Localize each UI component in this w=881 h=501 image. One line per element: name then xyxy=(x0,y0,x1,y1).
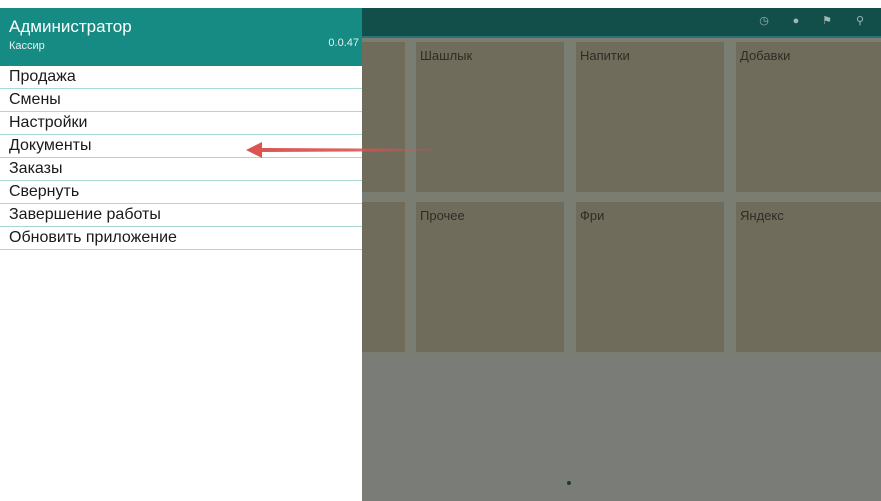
menu-item-label: Смены xyxy=(9,91,61,108)
category-tile-label: Напитки xyxy=(580,48,630,63)
category-tile[interactable] xyxy=(362,202,405,352)
annotation-arrow xyxy=(246,142,445,158)
menu-item-label: Завершение работы xyxy=(9,206,161,223)
category-tile[interactable]: Яндекс xyxy=(736,202,881,352)
menu-item-label: Свернуть xyxy=(9,183,80,200)
category-tile[interactable]: Прочее xyxy=(416,202,564,352)
category-tile-label: Яндекс xyxy=(740,208,784,223)
menu-item-shutdown[interactable]: Завершение работы xyxy=(0,204,362,227)
category-tile[interactable]: Напитки xyxy=(576,42,724,192)
category-tile-label: Прочее xyxy=(420,208,465,223)
category-tile[interactable]: Добавки xyxy=(736,42,881,192)
menu-item-label: Настройки xyxy=(9,114,88,131)
dot-icon[interactable]: ● xyxy=(789,14,803,28)
page-indicator-dot xyxy=(567,481,571,485)
menu-item-label: Документы xyxy=(9,137,92,154)
menu-item-minimize[interactable]: Свернуть xyxy=(0,181,362,204)
flag-icon[interactable]: ⚑ xyxy=(820,14,834,28)
category-tile[interactable]: Шашлык xyxy=(416,42,564,192)
menu-item-shifts[interactable]: Смены xyxy=(0,89,362,112)
menu-item-settings[interactable]: Настройки xyxy=(0,112,362,135)
category-tile[interactable]: Фри xyxy=(576,202,724,352)
search-icon[interactable]: ⚲ xyxy=(853,14,867,28)
clock-icon[interactable]: ◷ xyxy=(757,14,771,28)
menu-item-label: Продажа xyxy=(9,68,76,85)
category-tile-label: Фри xyxy=(580,208,605,223)
category-tile-label: Добавки xyxy=(740,48,791,63)
app-version: 0.0.47 xyxy=(328,37,359,49)
user-role: Кассир xyxy=(9,40,45,52)
menu-item-label: Обновить приложение xyxy=(9,229,177,246)
navigation-drawer: Администратор Кассир 0.0.47 Продажа Смен… xyxy=(0,0,362,501)
menu-item-orders[interactable]: Заказы xyxy=(0,158,362,181)
menu-item-label: Заказы xyxy=(9,160,63,177)
category-tile[interactable] xyxy=(362,42,405,192)
menu-item-sale[interactable]: Продажа xyxy=(0,66,362,89)
menu-item-update-app[interactable]: Обновить приложение xyxy=(0,227,362,250)
user-name: Администратор xyxy=(9,17,132,36)
category-tile-label: Шашлык xyxy=(420,48,473,63)
